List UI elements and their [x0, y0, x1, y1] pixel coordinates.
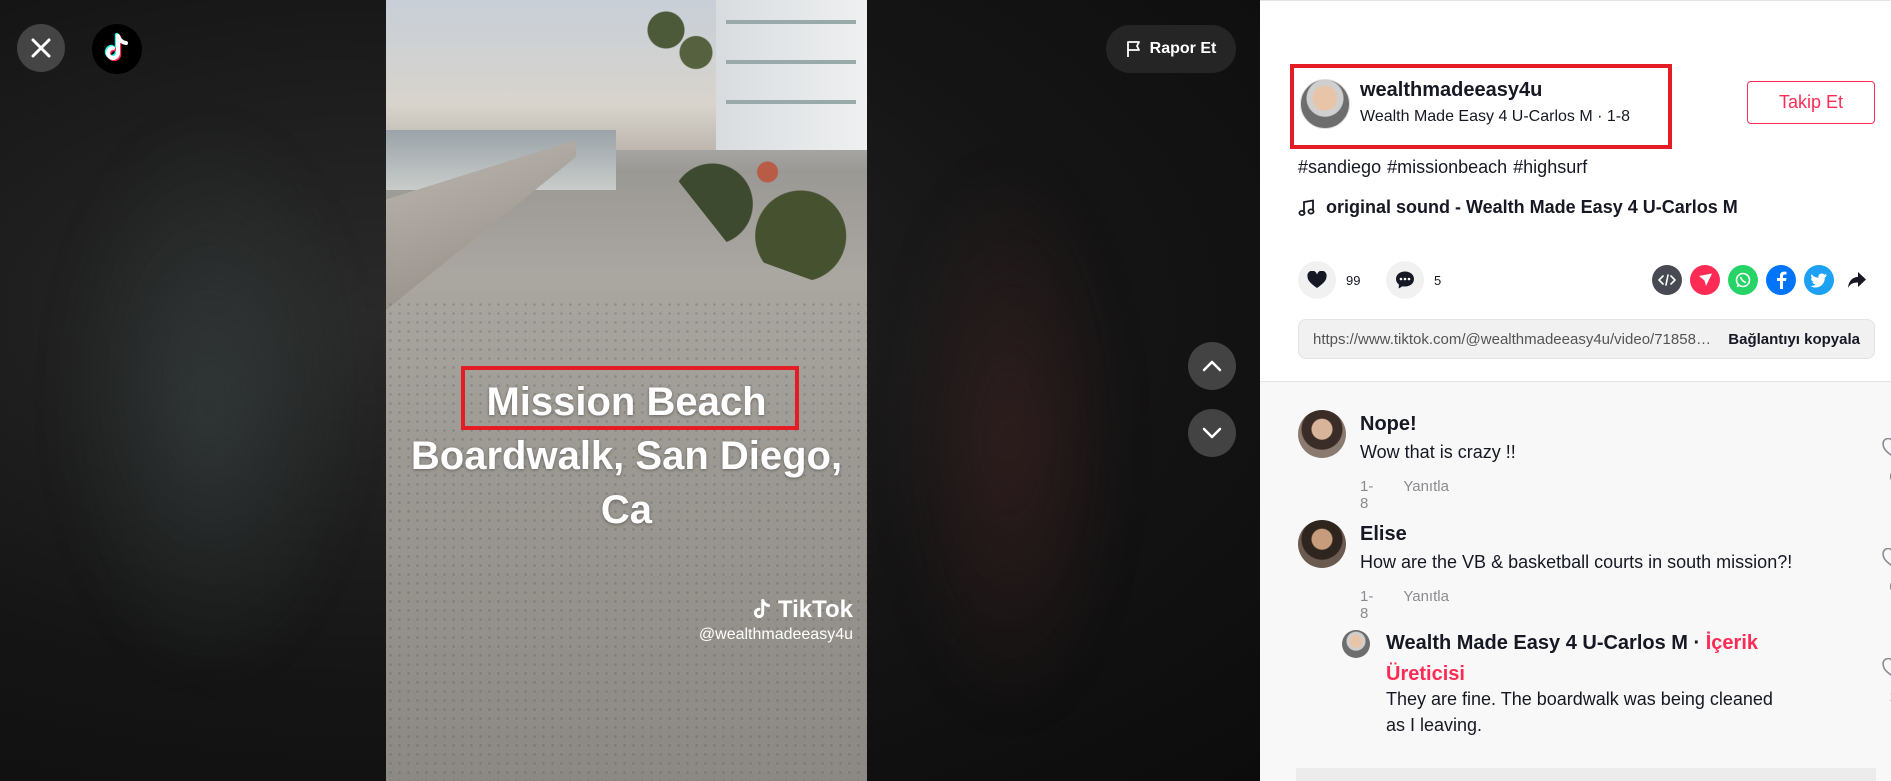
send-to-friends-icon	[1699, 273, 1712, 286]
creator-badge: İçerik	[1705, 632, 1758, 654]
reply-button[interactable]: Yanıtla	[1403, 588, 1449, 622]
video-building	[716, 0, 867, 150]
commenter-avatar[interactable]	[1298, 520, 1346, 568]
comment-button[interactable]	[1386, 261, 1424, 299]
video-palms	[626, 0, 726, 150]
comment-action: 5	[1386, 261, 1441, 299]
comment-count: 5	[1434, 272, 1442, 288]
creator-avatar[interactable]	[1342, 630, 1370, 658]
hashtag[interactable]: #sandiego	[1298, 157, 1381, 178]
author-subtitle: Wealth Made Easy 4 U-Carlos M · 1-8	[1360, 108, 1631, 125]
report-button[interactable]: Rapor Et	[1106, 25, 1236, 73]
whatsapp-icon	[1735, 272, 1751, 288]
comment-list: Nope! Wow that is crazy !! 1-8 Yanıtla 0…	[1260, 382, 1891, 781]
comment-like[interactable]: 0	[1878, 437, 1891, 484]
comment-text: How are the VB & basketball courts in so…	[1360, 552, 1793, 572]
next-video-button[interactable]	[1188, 409, 1236, 457]
heart-outline-icon	[1882, 437, 1891, 457]
like-button[interactable]	[1298, 261, 1336, 299]
commenter-avatar[interactable]	[1298, 410, 1346, 458]
comment-meta: 1-8 Yanıtla	[1360, 478, 1449, 512]
twitter-icon	[1810, 272, 1827, 288]
video-stage: Rapor Et Mission Beach Boardwalk, San Di…	[0, 0, 1260, 781]
video-watermark: TikTok @wealthmadeeasy4u	[699, 596, 853, 644]
author-username[interactable]: wealthmadeeasy4u	[1360, 79, 1542, 102]
comment-icon	[1396, 271, 1414, 289]
tiktok-watermark-icon	[753, 599, 770, 619]
reply-button[interactable]: Yanıtla	[1403, 478, 1449, 512]
author-avatar[interactable]	[1300, 79, 1350, 129]
creator-badge-line2: Üreticisi	[1386, 663, 1465, 685]
video-shrubs	[646, 140, 867, 300]
commenter-name[interactable]: Nope!	[1360, 413, 1417, 436]
report-label: Rapor Et	[1149, 40, 1217, 57]
facebook-icon	[1777, 271, 1787, 289]
creator-name[interactable]: Wealth Made Easy 4 U-Carlos M	[1386, 632, 1688, 654]
share-link-bar: https://www.tiktok.com/@wealthmadeeasy4u…	[1298, 319, 1875, 359]
commenter-name: Wealth Made Easy 4 U-Carlos M · İçerik	[1386, 632, 1758, 655]
follow-button[interactable]: Takip Et	[1747, 81, 1875, 124]
heart-outline-icon	[1882, 657, 1891, 677]
facebook-share-button[interactable]	[1766, 265, 1796, 295]
copy-link-button[interactable]: Bağlantıyı kopyala	[1728, 331, 1860, 348]
comment-date: 1-8	[1360, 588, 1374, 622]
chevron-up-icon	[1202, 360, 1222, 372]
share-link-url[interactable]: https://www.tiktok.com/@wealthmadeeasy4u…	[1313, 331, 1713, 348]
hashtag-list: #sandiego #missionbeach #highsurf	[1298, 157, 1587, 178]
tiktok-logo[interactable]	[92, 24, 142, 74]
watermark-brand: TikTok	[777, 596, 853, 623]
comment-meta: 1-8 Yanıtla	[1360, 588, 1449, 622]
comment-like-count: 0	[1878, 469, 1891, 484]
whatsapp-share-button[interactable]	[1728, 265, 1758, 295]
music-title: original sound - Wealth Made Easy 4 U-Ca…	[1326, 197, 1738, 217]
comment-text: They are fine. The boardwalk was being c…	[1386, 689, 1773, 709]
action-bar: 99 5	[1298, 261, 1878, 301]
twitter-share-button[interactable]	[1804, 265, 1834, 295]
chevron-down-icon	[1202, 427, 1222, 439]
commenter-name[interactable]: Elise	[1360, 523, 1407, 546]
music-note-icon	[1298, 198, 1315, 216]
comment-date: 1-8	[1360, 478, 1374, 512]
share-more-button[interactable]	[1842, 265, 1872, 295]
video-player[interactable]: Mission Beach Boardwalk, San Diego, Ca T…	[386, 0, 867, 781]
hashtag[interactable]: #highsurf	[1513, 157, 1587, 178]
name-separator: ·	[1687, 632, 1706, 654]
close-button[interactable]	[17, 24, 65, 72]
comment-text: Wow that is crazy !!	[1360, 442, 1516, 462]
heart-icon	[1307, 271, 1327, 288]
heart-outline-icon	[1882, 547, 1891, 567]
details-panel: wealthmadeeasy4u Wealth Made Easy 4 U-Ca…	[1260, 0, 1891, 781]
close-icon	[31, 38, 51, 58]
previous-video-button[interactable]	[1188, 342, 1236, 390]
blurred-background	[900, 160, 1120, 720]
embed-icon	[1658, 274, 1676, 286]
comment-like[interactable]: 0	[1878, 547, 1891, 594]
flag-icon	[1126, 41, 1140, 57]
comment-input-area[interactable]	[1296, 768, 1876, 781]
comment-like[interactable]: 1	[1878, 657, 1891, 704]
hashtag[interactable]: #missionbeach	[1387, 157, 1507, 178]
tiktok-video-page: Rapor Et Mission Beach Boardwalk, San Di…	[0, 0, 1891, 781]
like-count: 99	[1346, 272, 1361, 288]
comment-like-count: 1	[1878, 689, 1891, 704]
send-to-friends-button[interactable]	[1690, 265, 1720, 295]
share-arrow-icon	[1848, 272, 1866, 288]
like-action: 99	[1298, 261, 1360, 299]
comment-text-line2: as I leaving.	[1386, 715, 1483, 735]
music-link[interactable]: original sound - Wealth Made Easy 4 U-Ca…	[1298, 197, 1738, 218]
tiktok-logo-icon	[104, 33, 128, 62]
embed-button[interactable]	[1652, 265, 1682, 295]
comment-like-count: 0	[1878, 579, 1891, 594]
blurred-background	[60, 120, 360, 680]
highlight-box	[461, 366, 799, 430]
watermark-handle: @wealthmadeeasy4u	[698, 626, 853, 643]
